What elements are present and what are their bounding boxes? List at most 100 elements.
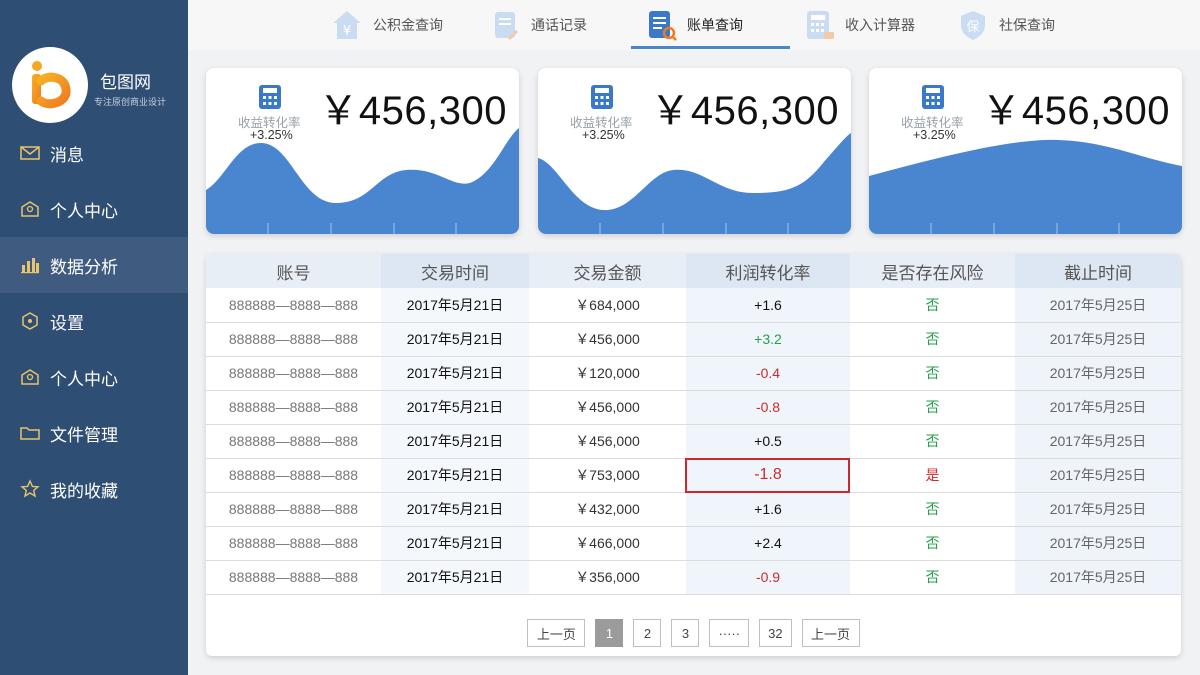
deadline-cell: 2017年5月25日: [1015, 458, 1181, 493]
svg-text:¥: ¥: [343, 24, 351, 39]
table-header-row: 账号 交易时间 交易金额 利润转化率 是否存在风险 截止时间: [206, 254, 1181, 288]
amount-cell: ￥356,000: [529, 560, 686, 595]
amount-cell: ￥456,000: [529, 390, 686, 425]
card-metric-change: +3.25%: [913, 128, 956, 142]
risk-cell: 否: [850, 288, 1015, 323]
top-tab-bar: ¥ 公积金查询 通话记录 账单查询 收入计算器 保 社保查询: [188, 0, 1200, 50]
pagination: 上一页 1 2 3 ····· 32 上一页: [206, 619, 1181, 647]
amount-cell: ￥684,000: [529, 288, 686, 323]
trade-time-cell: 2017年5月21日: [381, 492, 529, 527]
sidebar-item-data-analysis[interactable]: 数据分析: [0, 237, 188, 293]
brand-slogan: 专注原创商业设计: [94, 97, 167, 107]
sidebar-item-label: 文件管理: [50, 425, 118, 445]
tab-bill-query[interactable]: 账单查询: [644, 0, 743, 50]
mail-icon: [20, 143, 40, 163]
sidebar-nav: 消息 个人中心 数据分析 设置 个人中心 文件管理 我的收藏: [0, 125, 188, 517]
shield-icon: 保: [956, 8, 990, 42]
conversion-rate-cell: +0.5: [686, 424, 850, 459]
sidebar-item-favorites[interactable]: 我的收藏: [0, 461, 188, 517]
page-button-32[interactable]: 32: [759, 619, 792, 647]
amount-cell: ￥432,000: [529, 492, 686, 527]
amount-cell: ￥120,000: [529, 356, 686, 391]
trade-time-cell: 2017年5月21日: [381, 560, 529, 595]
column-header-account[interactable]: 账号: [206, 254, 381, 288]
conversion-rate-cell: -0.8: [686, 390, 850, 425]
notes-icon: [488, 8, 522, 42]
trade-time-cell: 2017年5月21日: [381, 322, 529, 357]
card-metric-change: +3.25%: [250, 128, 293, 142]
column-header-trade-time[interactable]: 交易时间: [381, 254, 529, 288]
column-header-deadline[interactable]: 截止时间: [1015, 254, 1181, 288]
risk-cell: 否: [850, 356, 1015, 391]
next-page-button[interactable]: 上一页: [801, 619, 860, 647]
trade-time-cell: 2017年5月21日: [381, 424, 529, 459]
table-row[interactable]: 888888—8888—888 2017年5月21日 ￥432,000 +1.6 否 20…: [206, 492, 1181, 527]
calculator-icon: [802, 8, 836, 42]
tab-social-security[interactable]: 保 社保查询: [956, 0, 1055, 50]
page-button-1[interactable]: 1: [595, 619, 624, 647]
card-metric-change: +3.25%: [582, 128, 625, 142]
card-amount: ￥456,300: [650, 89, 839, 133]
column-header-conversion-rate[interactable]: 利润转化率: [686, 254, 850, 288]
tab-income-calculator[interactable]: 收入计算器: [802, 0, 915, 50]
transactions-panel: 账号 交易时间 交易金额 利润转化率 是否存在风险 截止时间 888888—88…: [206, 254, 1181, 656]
conversion-rate-cell: +1.6: [686, 492, 850, 527]
brand-logo: [12, 47, 88, 123]
folder-icon: [20, 423, 40, 443]
card-amount: ￥456,300: [318, 89, 507, 133]
table-row[interactable]: 888888—8888—888 2017年5月21日 ￥456,000 +0.5 否 20…: [206, 424, 1181, 459]
table-row[interactable]: 888888—8888—888 2017年5月21日 ￥456,000 -0.8 否 20…: [206, 390, 1181, 425]
deadline-cell: 2017年5月25日: [1015, 322, 1181, 357]
page-ellipsis[interactable]: ·····: [709, 619, 750, 647]
tab-label: 账单查询: [687, 17, 743, 33]
sidebar-item-settings[interactable]: 设置: [0, 293, 188, 349]
risk-cell: 否: [850, 560, 1015, 595]
sidebar: 包图网 专注原创商业设计 消息 个人中心 数据分析 设置 个人中心 文件管理 我…: [0, 0, 188, 675]
calculator-icon: [591, 85, 613, 114]
card-amount: ￥456,300: [981, 89, 1170, 133]
tab-housing-fund[interactable]: ¥ 公积金查询: [330, 0, 443, 50]
bar-chart-icon: [20, 255, 40, 275]
svg-text:保: 保: [966, 20, 979, 35]
sidebar-item-profile[interactable]: 个人中心: [0, 181, 188, 237]
amount-cell: ￥456,000: [529, 424, 686, 459]
table-row[interactable]: 888888—8888—888 2017年5月21日 ￥684,000 +1.6 否 20…: [206, 288, 1181, 323]
trade-time-cell: 2017年5月21日: [381, 356, 529, 391]
risk-cell: 否: [850, 526, 1015, 561]
user-envelope-icon: [20, 367, 40, 387]
account-cell: 888888—8888—888: [206, 424, 381, 459]
table-row[interactable]: 888888—8888—888 2017年5月21日 ￥456,000 +3.2 否 20…: [206, 322, 1181, 357]
page-button-2[interactable]: 2: [633, 619, 662, 647]
deadline-cell: 2017年5月25日: [1015, 288, 1181, 323]
sidebar-item-file-management[interactable]: 文件管理: [0, 405, 188, 461]
deadline-cell: 2017年5月25日: [1015, 526, 1181, 561]
active-tab-indicator: [631, 46, 790, 49]
account-cell: 888888—8888—888: [206, 356, 381, 391]
conversion-rate-cell: +1.6: [686, 288, 850, 323]
yuan-house-icon: ¥: [330, 8, 364, 42]
amount-cell: ￥456,000: [529, 322, 686, 357]
sidebar-item-messages[interactable]: 消息: [0, 125, 188, 181]
tab-call-records[interactable]: 通话记录: [488, 0, 587, 50]
table-row[interactable]: 888888—8888—888 2017年5月21日 ￥120,000 -0.4 否 20…: [206, 356, 1181, 391]
prev-page-button[interactable]: 上一页: [527, 619, 586, 647]
amount-cell: ￥466,000: [529, 526, 686, 561]
column-header-amount[interactable]: 交易金额: [529, 254, 686, 288]
stat-card-1: ￥456,300 收益转化率 +3.25%: [206, 68, 519, 234]
user-envelope-icon: [20, 199, 40, 219]
bill-search-icon: [644, 8, 678, 42]
settings-icon: [20, 311, 40, 331]
column-header-risk[interactable]: 是否存在风险: [850, 254, 1015, 288]
account-cell: 888888—8888—888: [206, 526, 381, 561]
conversion-rate-cell: -0.9: [686, 560, 850, 595]
risk-cell: 否: [850, 390, 1015, 425]
stat-card-3: ￥456,300 收益转化率 +3.25%: [869, 68, 1182, 234]
table-row[interactable]: 888888—8888—888 2017年5月21日 ￥466,000 +2.4 否 20…: [206, 526, 1181, 561]
table-row[interactable]: 888888—8888—888 2017年5月21日 ￥356,000 -0.9 否 20…: [206, 560, 1181, 595]
tab-label: 通话记录: [531, 17, 587, 33]
page-button-3[interactable]: 3: [671, 619, 700, 647]
sidebar-item-label: 个人中心: [50, 369, 118, 389]
brand-name: 包图网: [100, 73, 151, 92]
sidebar-item-profile-2[interactable]: 个人中心: [0, 349, 188, 405]
trade-time-cell: 2017年5月21日: [381, 526, 529, 561]
